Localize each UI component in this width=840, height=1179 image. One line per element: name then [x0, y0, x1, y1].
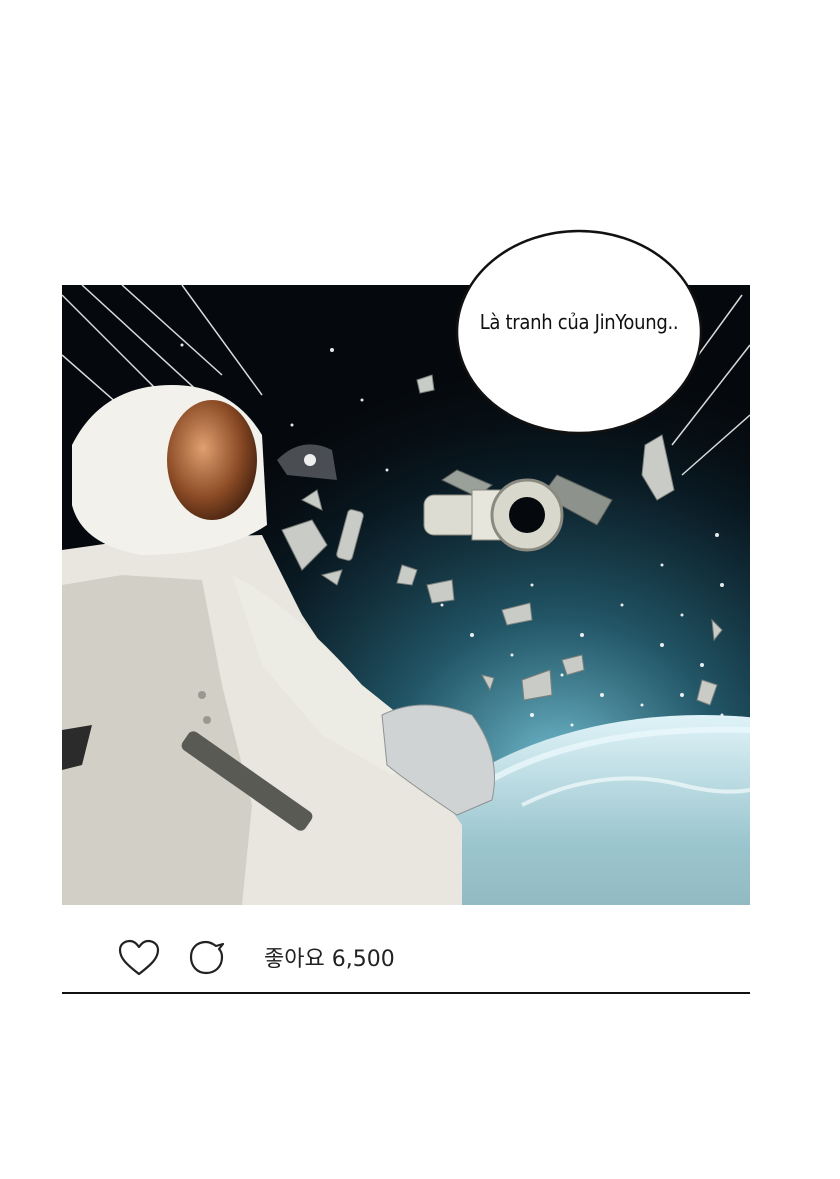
heart-outline-icon[interactable] — [114, 935, 164, 981]
speech-bubble-outline-icon[interactable] — [182, 935, 232, 981]
speech-bubble: Là tranh của JinYoung.. — [454, 228, 704, 436]
divider — [62, 992, 750, 994]
likes-count: 좋아요 6,500 — [264, 947, 395, 972]
speech-bubble-text: Là tranh của JinYoung.. — [479, 310, 679, 334]
post-action-bar: 좋아요 6,500 — [62, 925, 750, 985]
